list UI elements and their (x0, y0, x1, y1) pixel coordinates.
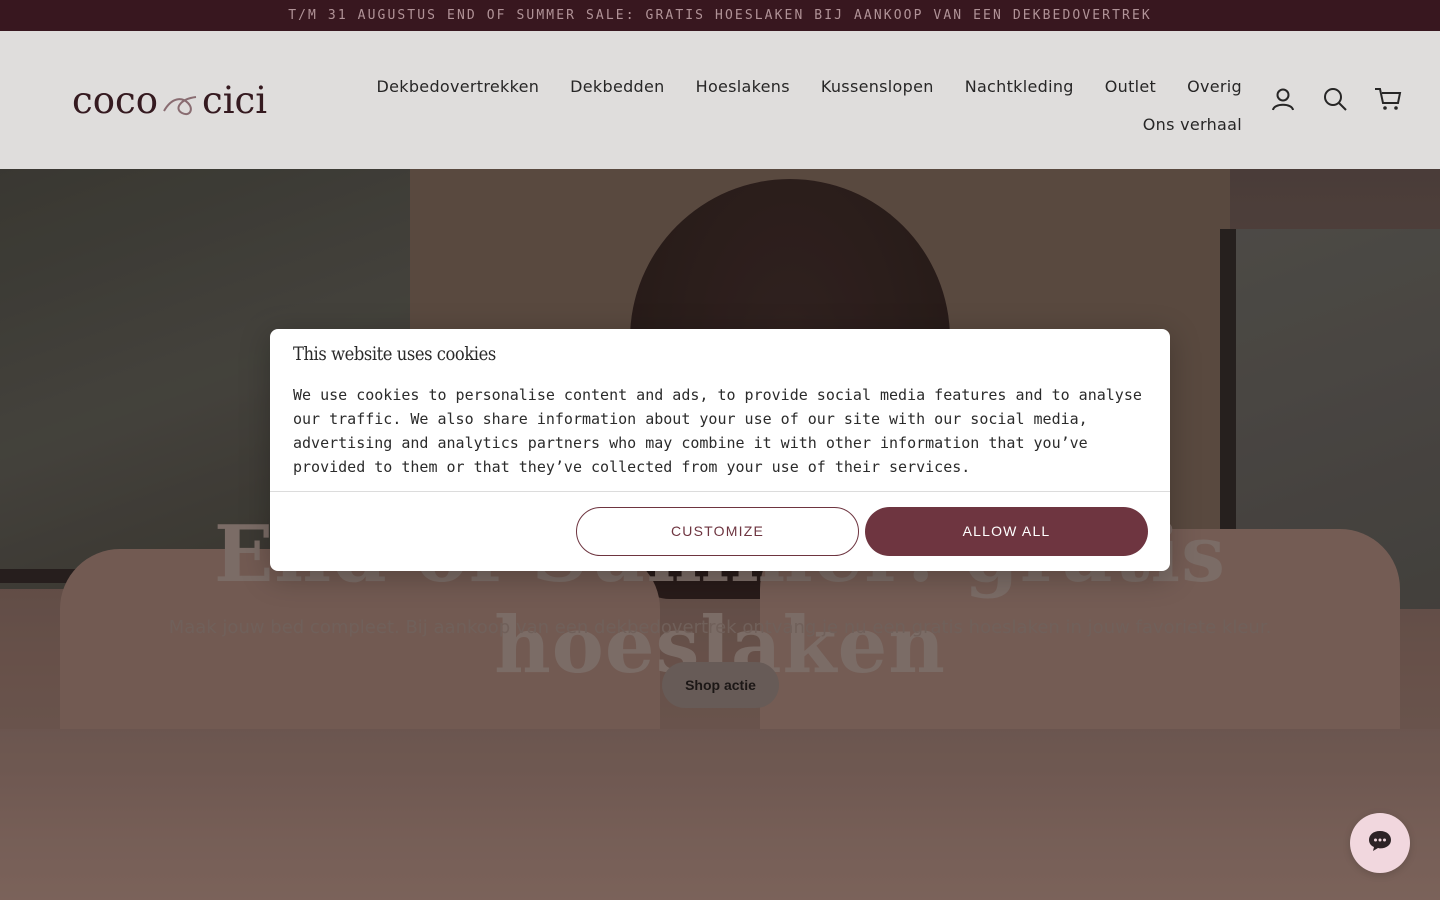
nav-item-dekbedden[interactable]: Dekbedden (570, 77, 664, 96)
cart-icon[interactable] (1374, 86, 1402, 112)
cookie-dialog-title: This website uses cookies (293, 343, 496, 365)
cookie-dialog: This website uses cookies We use cookies… (270, 329, 1170, 571)
announcement-bar: T/M 31 AUGUSTUS END OF SUMMER SALE: GRAT… (0, 0, 1440, 31)
ampersand-icon (160, 85, 200, 115)
nav-item-kussenslopen[interactable]: Kussenslopen (821, 77, 934, 96)
nav-item-nachtkleding[interactable]: Nachtkleding (965, 77, 1074, 96)
nav-item-hoeslakens[interactable]: Hoeslakens (696, 77, 790, 96)
nav-item-ons-verhaal[interactable]: Ons verhaal (1143, 115, 1242, 134)
shop-actie-button[interactable]: Shop actie (662, 662, 779, 708)
header-icons (1270, 86, 1402, 112)
logo[interactable]: coco cici (72, 75, 272, 125)
logo-part-2: cici (202, 78, 268, 122)
cookie-dialog-divider (270, 491, 1170, 492)
nav-row-1: Dekbedovertrekken Dekbedden Hoeslakens K… (377, 67, 1242, 105)
nav-item-overig[interactable]: Overig (1187, 77, 1242, 96)
chat-icon (1367, 829, 1393, 858)
logo-part-1: coco (72, 78, 158, 122)
allow-all-button[interactable]: ALLOW ALL (865, 507, 1148, 556)
search-icon[interactable] (1322, 86, 1348, 112)
main-nav: Dekbedovertrekken Dekbedden Hoeslakens K… (377, 67, 1242, 143)
nav-item-dekbedovertrekken[interactable]: Dekbedovertrekken (377, 77, 540, 96)
hero-subtitle: Maak jouw bed compleet. Bij aankoop van … (168, 617, 1272, 638)
nav-row-2: Ons verhaal (402, 105, 1242, 143)
site-header: coco cici Dekbedovertrekken Dekbedden Ho… (0, 31, 1440, 169)
nav-item-outlet[interactable]: Outlet (1105, 77, 1156, 96)
cookie-dialog-body: We use cookies to personalise content an… (293, 386, 1142, 476)
account-icon[interactable] (1270, 86, 1296, 112)
customize-button[interactable]: CUSTOMIZE (576, 507, 859, 556)
chat-launcher[interactable] (1350, 813, 1410, 873)
announcement-text: T/M 31 AUGUSTUS END OF SUMMER SALE: GRAT… (288, 8, 1152, 23)
